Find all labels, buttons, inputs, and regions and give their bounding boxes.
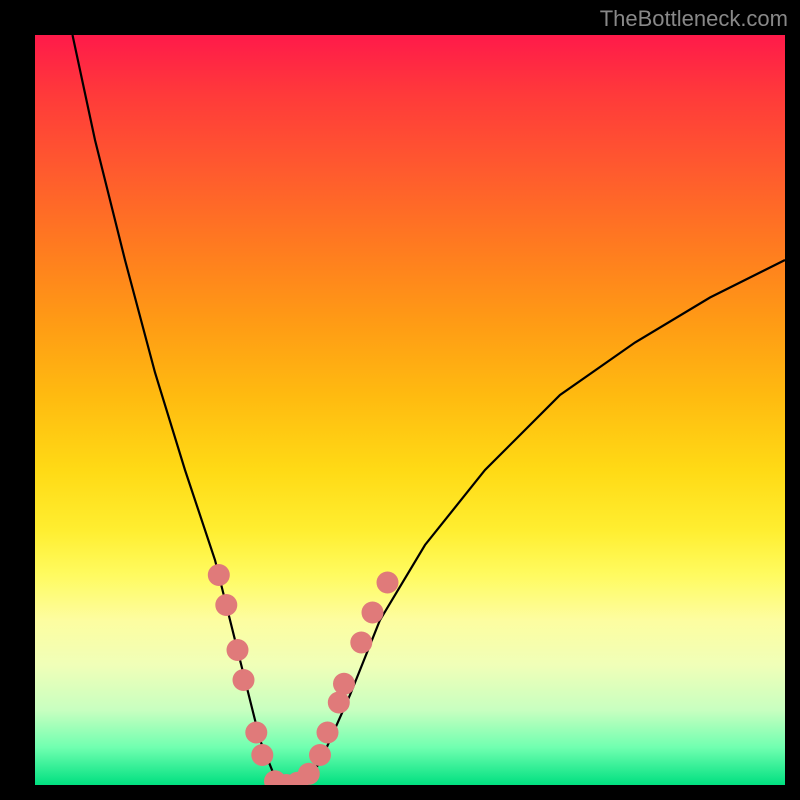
- marker-dot: [227, 639, 249, 661]
- marker-dot: [215, 594, 237, 616]
- highlight-dots: [208, 564, 399, 785]
- marker-dot: [377, 572, 399, 594]
- marker-dot: [317, 722, 339, 744]
- chart-svg: [35, 35, 785, 785]
- watermark-text: TheBottleneck.com: [600, 6, 788, 32]
- marker-dot: [362, 602, 384, 624]
- marker-dot: [309, 744, 331, 766]
- marker-dot: [350, 632, 372, 654]
- marker-dot: [251, 744, 273, 766]
- marker-dot: [333, 673, 355, 695]
- marker-dot: [245, 722, 267, 744]
- plot-area: [35, 35, 785, 785]
- marker-dot: [208, 564, 230, 586]
- bottleneck-curve: [73, 35, 786, 785]
- marker-dot: [298, 763, 320, 785]
- marker-dot: [233, 669, 255, 691]
- marker-dot: [328, 692, 350, 714]
